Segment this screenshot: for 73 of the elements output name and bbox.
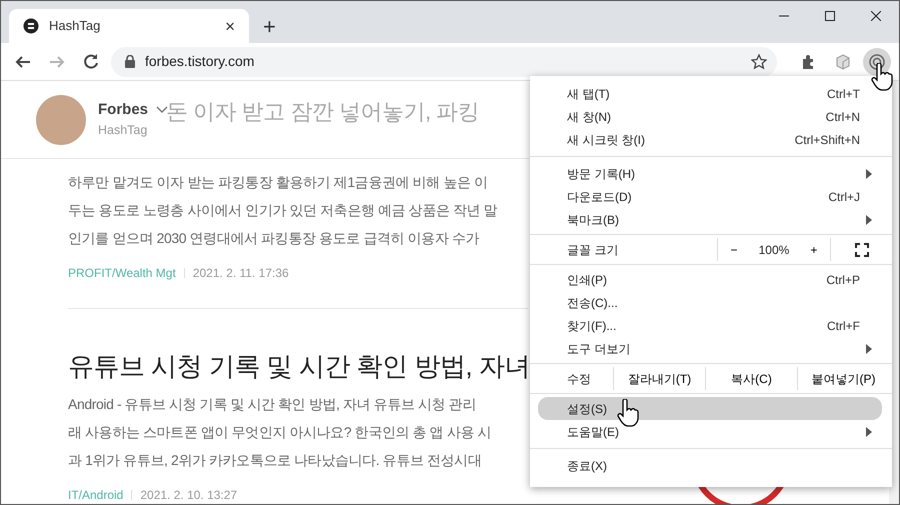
shortcut-text: Ctrl+T: [827, 86, 861, 102]
reload-icon: [82, 52, 100, 70]
menu-item-label: 전송(C)...: [567, 294, 618, 312]
menu-item[interactable]: 다운로드(D) Ctrl+J: [530, 185, 884, 208]
excerpt-line: Android - 유튜브 시청 기록 및 시간 확인 방법, 자녀 유튜브 시청 관리: [68, 395, 477, 414]
ring-icon: [868, 52, 886, 70]
menu-item-label: 새 시크릿 창(I): [567, 132, 645, 148]
menu-item-label: 도움말(E): [567, 424, 619, 440]
excerpt-line: 하루만 맡겨도 이자 받는 파킹통장 활용하기 제1금융권에 비해 높은 이: [68, 173, 489, 192]
fullscreen-icon: [854, 242, 868, 256]
menu-item-label: 도구 더보기: [567, 340, 630, 358]
menu-item[interactable]: 도구 더보기: [530, 337, 884, 360]
favicon-icon: [23, 18, 39, 34]
menu-item[interactable]: 종료(X): [530, 454, 884, 477]
browser-tab[interactable]: HashTag ×: [9, 9, 249, 43]
menu-item[interactable]: 새 시크릿 창(I) Ctrl+Shift+N: [530, 128, 884, 151]
close-icon: [871, 11, 881, 21]
submenu-arrow-icon: [866, 168, 872, 178]
post-title[interactable]: 유튜브 시청 기록 및 시간 확인 방법, 자녀: [68, 347, 528, 386]
edit-action-button[interactable]: 복사(C): [705, 367, 797, 390]
menu-item[interactable]: 설정(S): [538, 397, 882, 420]
menu-item-label: 북마크(B): [567, 212, 619, 228]
excerpt-line: 두는 용도로 노령층 사이에서 인기가 있던 저축은행 예금 상품은 작년 말: [68, 201, 498, 220]
tab-close-button[interactable]: ×: [221, 18, 239, 34]
menu-item[interactable]: 전송(C)...: [530, 291, 884, 314]
menu-item[interactable]: 북마크(B): [530, 208, 884, 231]
chevron-down-icon[interactable]: [156, 106, 168, 114]
zoom-label: 글꼴 크기: [566, 242, 618, 258]
edit-action-button[interactable]: 붙여넣기(P): [797, 367, 889, 390]
shortcut-text: Ctrl+Shift+N: [794, 132, 861, 148]
tab-title: HashTag: [49, 17, 100, 36]
post-date: 2021. 2. 10. 13:27: [140, 487, 238, 504]
menu-item-label: 종료(X): [567, 458, 607, 474]
menu-item[interactable]: 인쇄(P) Ctrl+P: [530, 268, 884, 291]
menu-item[interactable]: 새 탭(T) Ctrl+T: [530, 82, 884, 105]
submenu-arrow-icon: [866, 214, 872, 224]
menu-item[interactable]: 새 창(N) Ctrl+N: [530, 105, 884, 128]
menu-item-label: 다운로드(D): [567, 188, 632, 206]
new-tab-button[interactable]: +: [257, 15, 282, 39]
maximize-icon: [825, 11, 835, 21]
menu-item-label: 설정(S): [567, 400, 607, 418]
menu-item-label: 인쇄(P): [567, 272, 607, 288]
post-date: 2021. 2. 11. 17:36: [192, 265, 289, 282]
menu-item[interactable]: 찾기(F)... Ctrl+F: [530, 314, 884, 337]
lock-icon: [125, 55, 135, 68]
blog-subtitle: HashTag: [98, 122, 148, 140]
hand-cursor-icon: [617, 399, 639, 427]
url-text: forbes.tistory.com: [145, 52, 254, 71]
blog-name[interactable]: Forbes: [98, 98, 148, 122]
menu-item-label: 새 탭(T): [567, 86, 610, 102]
zoom-value: 100%: [758, 242, 790, 258]
zoom-out-button[interactable]: −: [726, 240, 742, 258]
zoom-in-button[interactable]: +: [806, 240, 822, 258]
shortcut-text: Ctrl+J: [828, 188, 861, 206]
star-icon[interactable]: [751, 54, 767, 70]
menu-item[interactable]: 도움말(E): [530, 420, 884, 443]
menu-item-label: 방문 기록(H): [567, 166, 635, 182]
edit-label: 수정: [566, 370, 592, 388]
menu-item-label: 새 창(N): [567, 108, 611, 126]
excerpt-line: 과 1위가 유튜브, 2위가 카카오톡으로 나타났습니다. 유튜브 전성시대: [68, 451, 482, 470]
address-bar[interactable]: forbes.tistory.com: [111, 46, 777, 76]
submenu-arrow-icon: [866, 426, 872, 436]
shortcut-text: Ctrl+F: [827, 318, 861, 334]
avatar-placeholder: [36, 94, 86, 144]
shortcut-text: Ctrl+N: [826, 108, 861, 126]
cube-icon: [834, 52, 852, 70]
excerpt-line: 인기를 얻으며 2030 연령대에서 파킹통장 용도로 급격히 이용자 수가: [68, 229, 480, 248]
shortcut-text: Ctrl+P: [826, 272, 861, 288]
menu-item[interactable]: 방문 기록(H): [530, 162, 884, 185]
submenu-arrow-icon: [866, 344, 872, 354]
edit-action-button[interactable]: 잘라내기(T): [613, 367, 705, 390]
excerpt-line: 래 사용하는 스마트폰 앱이 무엇인지 아시나요? 한국인의 총 앱 사용 시: [68, 423, 492, 442]
menu-item-label: 찾기(F)...: [567, 318, 616, 334]
